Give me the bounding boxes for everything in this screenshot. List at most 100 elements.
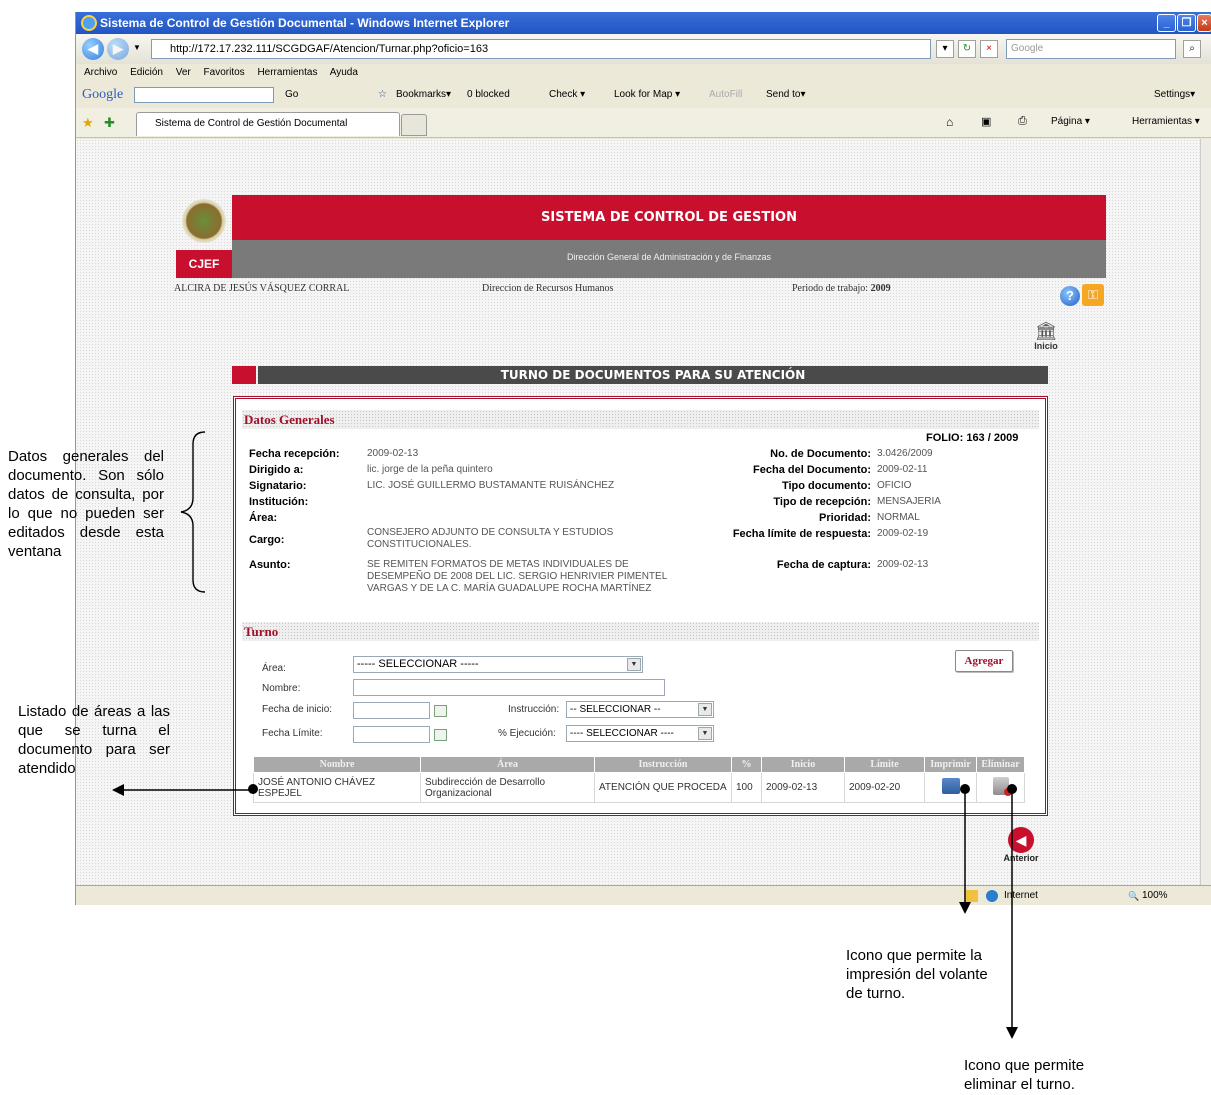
vertical-scrollbar[interactable] bbox=[1200, 139, 1211, 885]
home-icon[interactable]: ⌂ bbox=[946, 115, 953, 129]
menu-ver[interactable]: Ver bbox=[176, 67, 191, 78]
status-bar: Internet 🔍 100% bbox=[76, 885, 1211, 905]
tab-title: Sistema de Control de Gestión Documental bbox=[155, 118, 348, 129]
tipo-documento-value: OFICIO bbox=[877, 480, 912, 491]
nombre-input[interactable] bbox=[353, 679, 665, 696]
calendar-icon[interactable] bbox=[434, 729, 447, 741]
col-area: Área bbox=[420, 756, 595, 773]
menu-ayuda[interactable]: Ayuda bbox=[330, 67, 358, 78]
title-accent bbox=[232, 366, 256, 384]
cell-area: Subdirección de Desarrollo Organizaciona… bbox=[420, 772, 595, 803]
inicio-label: Inicio bbox=[1034, 341, 1058, 351]
chevron-down-icon: ▼ bbox=[698, 727, 712, 740]
window-titlebar: Sistema de Control de Gestión Documental… bbox=[76, 12, 1211, 34]
annotation-imprimir: Icono que permite la impresión del volan… bbox=[846, 947, 988, 1002]
fecha-inicio-input[interactable] bbox=[353, 702, 430, 719]
fecha-recepcion-label: Fecha recepción: bbox=[249, 448, 340, 460]
minimize-icon[interactable]: _ bbox=[1157, 14, 1176, 32]
print-toolbar-icon[interactable]: ⎙ bbox=[1018, 115, 1027, 128]
ie-icon bbox=[81, 15, 97, 31]
page-title: TURNO DE DOCUMENTOS PARA SU ATENCIÓN bbox=[258, 366, 1048, 384]
period-value: 2009 bbox=[870, 283, 891, 294]
google-go-button[interactable]: Go bbox=[285, 82, 298, 108]
col-inicio: Inicio bbox=[761, 756, 845, 773]
favorites-star-icon[interactable]: ★ bbox=[82, 115, 94, 131]
instruccion-label: Instrucción: bbox=[508, 704, 560, 715]
google-logo: Google bbox=[82, 87, 124, 102]
tab-active[interactable]: Sistema de Control de Gestión Documental bbox=[136, 112, 400, 136]
turno-heading: Turno bbox=[242, 622, 1039, 641]
menu-archivo[interactable]: Archivo bbox=[84, 67, 117, 78]
fecha-limite-input[interactable] bbox=[353, 726, 430, 743]
cjef-logo: CJEF bbox=[176, 250, 232, 278]
refresh-icon[interactable]: ↻ bbox=[958, 40, 976, 58]
menu-favoritos[interactable]: Favoritos bbox=[204, 67, 245, 78]
table-header-row: Nombre Área Instrucción % Inicio Límite … bbox=[253, 756, 1025, 773]
history-dropdown-icon[interactable]: ▼ bbox=[133, 43, 141, 52]
chevron-down-icon: ▼ bbox=[698, 703, 712, 716]
fecha-limite-respuesta-label: Fecha límite de respuesta: bbox=[732, 528, 871, 540]
menu-herramientas[interactable]: Herramientas bbox=[257, 67, 317, 78]
building-icon: 🏛 bbox=[1034, 321, 1058, 341]
search-input[interactable]: Google bbox=[1006, 39, 1176, 59]
instruccion-select[interactable]: -- SELECCIONAR -- ▼ bbox=[566, 701, 714, 718]
agregar-button[interactable]: Agregar bbox=[955, 650, 1013, 672]
system-subtitle: Dirección General de Administración y de… bbox=[232, 240, 1106, 278]
cell-instruccion: ATENCIÓN QUE PROCEDA bbox=[594, 772, 732, 803]
tab-row: ★ ✚ Sistema de Control de Gestión Docume… bbox=[76, 108, 1211, 138]
cell-inicio: 2009-02-13 bbox=[761, 772, 845, 803]
period-label: Periodo de trabajo: bbox=[792, 283, 869, 294]
new-tab-button[interactable] bbox=[401, 114, 427, 136]
autofill-button[interactable]: AutoFill bbox=[709, 82, 742, 108]
dirigido-value: lic. jorge de la peña quintero bbox=[367, 464, 493, 475]
bookmarks-button[interactable]: Bookmarks▾ bbox=[396, 82, 451, 108]
key-icon[interactable]: ⚿ bbox=[1082, 284, 1104, 306]
nombre-label: Nombre: bbox=[262, 683, 301, 694]
herramientas-menu[interactable]: Herramientas ▾ bbox=[1132, 116, 1200, 127]
col-limite: Límite bbox=[844, 756, 925, 773]
zoom-icon[interactable]: 🔍 bbox=[1128, 886, 1139, 906]
calendar-icon[interactable] bbox=[434, 705, 447, 717]
feeds-icon[interactable]: ▣ bbox=[981, 115, 991, 128]
cell-limite: 2009-02-20 bbox=[844, 772, 925, 803]
restore-icon[interactable]: ❐ bbox=[1177, 14, 1196, 32]
pagina-menu[interactable]: Página ▾ bbox=[1051, 116, 1090, 127]
zoom-level[interactable]: 100% bbox=[1142, 886, 1168, 906]
close-icon[interactable]: × bbox=[1197, 14, 1211, 32]
look-for-map-button[interactable]: Look for Map ▾ bbox=[614, 82, 680, 108]
popup-blocked-button[interactable]: 0 blocked bbox=[467, 82, 510, 108]
inicio-button[interactable]: 🏛 Inicio bbox=[1026, 321, 1066, 351]
bookmarks-star-icon[interactable]: ☆ bbox=[378, 82, 387, 108]
search-icon[interactable]: ⌕ bbox=[1183, 40, 1201, 58]
google-search-input[interactable] bbox=[134, 87, 274, 103]
fecha-inicio-label: Fecha de inicio: bbox=[262, 704, 333, 715]
browser-window: Sistema de Control de Gestión Documental… bbox=[75, 12, 1211, 905]
forward-icon[interactable]: ▶ bbox=[107, 38, 129, 60]
table-row: JOSÉ ANTONIO CHÁVEZ ESPEJEL Subdirección… bbox=[253, 772, 1025, 803]
settings-button[interactable]: Settings▾ bbox=[1154, 82, 1195, 108]
annotation-eliminar: Icono que permite eliminar el turno. bbox=[964, 1057, 1085, 1093]
spellcheck-button[interactable]: Check ▾ bbox=[549, 82, 585, 108]
area-select[interactable]: ----- SELECCIONAR ----- ▼ bbox=[353, 656, 643, 673]
url-input[interactable]: http://172.17.232.111/SCGDGAF/Atencion/T… bbox=[151, 39, 931, 59]
menu-edicion[interactable]: Edición bbox=[130, 67, 163, 78]
ejecucion-select[interactable]: ---- SELECCIONAR ---- ▼ bbox=[566, 725, 714, 742]
system-title: SISTEMA DE CONTROL DE GESTION bbox=[232, 195, 1106, 240]
fecha-captura-value: 2009-02-13 bbox=[877, 559, 929, 570]
cargo-value: CONSEJERO ADJUNTO DE CONSULTA Y ESTUDIOS… bbox=[367, 527, 614, 550]
brace-shape bbox=[180, 431, 206, 593]
area-label: Área: bbox=[249, 512, 278, 524]
instruccion-select-value: -- SELECCIONAR -- bbox=[570, 704, 661, 715]
ejecucion-select-value: ---- SELECCIONAR ---- bbox=[570, 728, 674, 739]
arrow-icons bbox=[959, 784, 1018, 1039]
stop-icon[interactable]: × bbox=[980, 40, 998, 58]
turno-area-label: Área: bbox=[262, 663, 286, 674]
url-dropdown-icon[interactable]: ▾ bbox=[936, 40, 954, 58]
menu-bar: Archivo Edición Ver Favoritos Herramient… bbox=[76, 64, 1211, 82]
add-favorite-icon[interactable]: ✚ bbox=[104, 115, 115, 131]
help-icon[interactable]: ? bbox=[1060, 286, 1080, 306]
cell-nombre: JOSÉ ANTONIO CHÁVEZ ESPEJEL bbox=[253, 772, 421, 803]
send-to-button[interactable]: Send to▾ bbox=[766, 82, 806, 108]
col-eliminar: Eliminar bbox=[976, 756, 1025, 773]
back-icon[interactable]: ◀ bbox=[82, 38, 104, 60]
